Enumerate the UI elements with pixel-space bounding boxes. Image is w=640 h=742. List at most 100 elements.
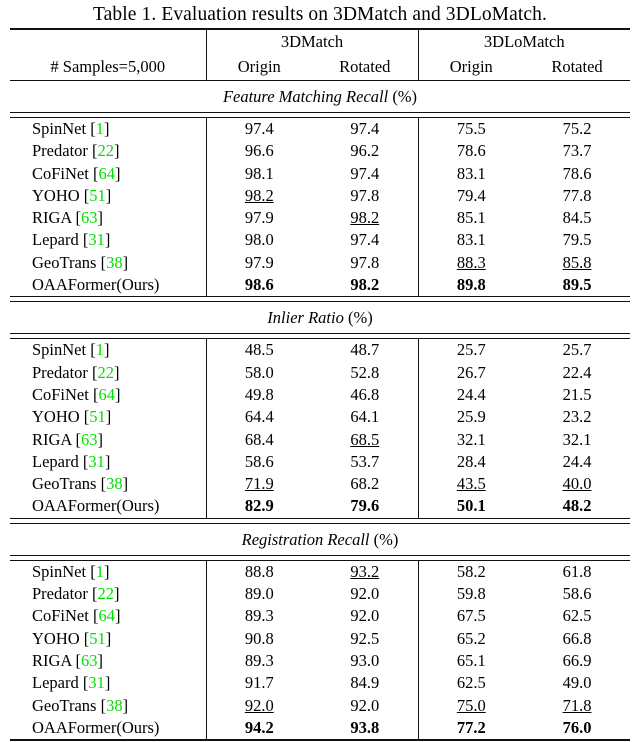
citation-ref[interactable]: [64] (89, 385, 121, 404)
metric-value-cell: 68.4 (205, 428, 312, 451)
metric-value: 92.0 (350, 606, 380, 626)
metric-value: 48.7 (350, 340, 380, 360)
metric-value-cell: 92.0 (312, 583, 418, 605)
metric-value: 78.6 (562, 163, 592, 183)
section-title-text: Feature Matching Recall (222, 87, 393, 106)
citation-ref[interactable]: [38] (96, 474, 129, 493)
citation-ref[interactable]: [64] (89, 606, 121, 625)
metric-value: 64.1 (350, 407, 380, 427)
metric-value-cell: 67.5 (417, 605, 524, 628)
header-3dlomatch-rotated: Rotated (551, 57, 603, 76)
citation-ref[interactable]: [51] (80, 186, 112, 205)
method-name-cell: YOHO [51] (10, 185, 206, 207)
citation-ref[interactable]: [51] (80, 629, 112, 648)
citation-ref[interactable]: [1] (86, 119, 109, 138)
citation-ref[interactable]: [63] (71, 651, 104, 670)
citation-number[interactable]: 31 (88, 452, 105, 471)
citation-number[interactable]: 63 (81, 651, 98, 670)
table-row: GeoTrans [38] 97.9 97.8 88.3 85.8 (10, 251, 630, 275)
metric-value-cell: 49.8 (205, 383, 312, 407)
metric-value-cell: 98.2 (312, 207, 418, 229)
citation-ref[interactable]: [31] (79, 230, 111, 249)
citation-number[interactable]: 22 (98, 584, 115, 603)
citation-ref[interactable]: [64] (89, 164, 121, 183)
metric-value-cell: 79.5 (524, 229, 630, 251)
citation-number[interactable]: 38 (106, 253, 123, 272)
metric-value: 97.8 (350, 252, 380, 272)
metric-value: 64.4 (244, 407, 274, 427)
metric-value-cell: 89.0 (205, 583, 312, 606)
metric-value: 24.4 (456, 384, 486, 404)
table-row: CoFiNet [64] 49.8 46.8 24.4 21.5 (10, 383, 630, 407)
metric-value-cell: 50.1 (417, 495, 524, 518)
metric-value: 46.8 (350, 384, 380, 404)
method-name: SpinNet (32, 119, 87, 138)
metric-value-cell: 89.5 (524, 274, 630, 296)
metric-value-cell: 78.6 (524, 163, 630, 185)
citation-number[interactable]: 64 (98, 164, 115, 183)
citation-ref[interactable]: [51] (80, 407, 112, 426)
citation-ref[interactable]: [31] (79, 673, 111, 692)
citation-number[interactable]: 31 (88, 673, 105, 692)
evaluation-results-table: 3DMatch 3DLoMatch # Samples=5,000 Origin… (10, 28, 630, 742)
citation-number[interactable]: 31 (88, 230, 105, 249)
citation-number[interactable]: 38 (106, 696, 123, 715)
citation-number[interactable]: 64 (98, 385, 115, 404)
citation-number[interactable]: 1 (96, 340, 104, 359)
table-row: RIGA [63] 68.4 68.5 32.1 32.1 (10, 428, 630, 451)
citation-ref[interactable]: [22] (88, 141, 120, 160)
citation-number[interactable]: 22 (98, 141, 115, 160)
metric-value-cell: 48.5 (205, 339, 312, 362)
metric-value-cell: 97.8 (312, 252, 418, 274)
metric-value-cell: 58.2 (417, 560, 524, 584)
header-3dlomatch-origin: Origin (417, 54, 524, 80)
metric-value: 68.4 (244, 429, 274, 449)
method-name: RIGA (32, 650, 72, 670)
citation-number[interactable]: 1 (96, 562, 104, 581)
metric-value: 76.0 (562, 717, 592, 737)
citation-ref[interactable]: [38] (96, 253, 129, 272)
citation-ref[interactable]: [1] (86, 340, 109, 359)
metric-value: 98.1 (244, 163, 274, 183)
citation-number[interactable]: 51 (89, 407, 106, 426)
citation-number[interactable]: 1 (96, 119, 104, 138)
metric-value: 58.0 (244, 362, 274, 382)
citation-ref[interactable]: [38] (96, 696, 129, 715)
metric-value-cell: 52.8 (312, 362, 418, 384)
citation-number[interactable]: 63 (81, 208, 98, 227)
metric-value: 77.2 (456, 717, 486, 737)
citation-ref[interactable]: [31] (79, 452, 111, 471)
metric-value-cell: 64.4 (205, 406, 312, 429)
method-name: GeoTrans (32, 252, 97, 272)
citation-ref[interactable]: [63] (71, 208, 104, 227)
metric-value: 75.0 (456, 695, 486, 715)
table-row: Lepard [31] 98.0 97.4 83.1 79.5 (10, 229, 630, 252)
citation-number[interactable]: 63 (81, 430, 98, 449)
metric-value: 49.0 (562, 673, 592, 693)
citation-ref[interactable]: [22] (88, 584, 120, 603)
citation-ref[interactable]: [63] (71, 430, 104, 449)
metric-value: 79.6 (350, 496, 380, 516)
table-row: RIGA [63] 89.3 93.0 65.1 66.9 (10, 649, 630, 673)
metric-value: 92.0 (244, 695, 274, 715)
method-name-cell: OAAFormer(Ours) (10, 274, 206, 296)
citation-number[interactable]: 64 (98, 606, 115, 625)
method-name: YOHO (32, 407, 80, 427)
header-3dmatch-origin: Origin (205, 54, 312, 80)
metric-value-cell: 28.4 (417, 450, 524, 474)
metric-value-cell: 66.8 (524, 628, 630, 650)
metric-value: 73.7 (562, 141, 592, 161)
table-bottom-rule (10, 739, 630, 742)
method-name-cell: Lepard [31] (10, 672, 206, 694)
citation-ref[interactable]: [1] (86, 562, 109, 581)
citation-number[interactable]: 38 (106, 474, 123, 493)
method-name-cell: YOHO [51] (10, 406, 206, 428)
citation-number[interactable]: 22 (98, 363, 115, 382)
citation-number[interactable]: 51 (89, 629, 106, 648)
table-row: YOHO [51] 98.2 97.8 79.4 77.8 (10, 184, 630, 208)
citation-ref[interactable]: [22] (88, 363, 120, 382)
metric-value: 89.3 (244, 650, 274, 670)
metric-value: 79.4 (456, 185, 486, 205)
metric-value: 93.0 (350, 650, 380, 670)
citation-number[interactable]: 51 (89, 186, 106, 205)
